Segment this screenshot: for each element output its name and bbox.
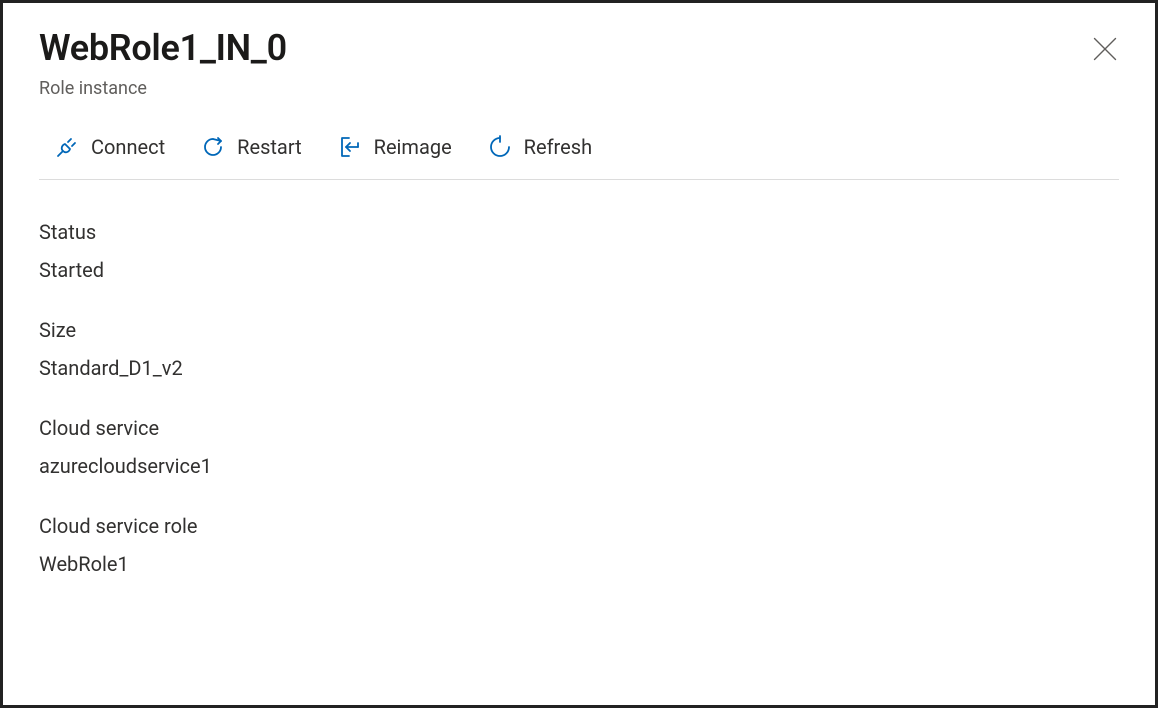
connect-icon <box>55 135 79 159</box>
reimage-icon <box>338 135 362 159</box>
close-button[interactable] <box>1091 35 1119 63</box>
restart-button[interactable]: Restart <box>201 135 301 159</box>
refresh-button[interactable]: Refresh <box>488 135 592 159</box>
details: Status Started Size Standard_D1_v2 Cloud… <box>39 220 1119 576</box>
connect-label: Connect <box>91 135 165 159</box>
page-title: WebRole1_IN_0 <box>39 27 287 70</box>
status-label: Status <box>39 220 1119 244</box>
size-value: Standard_D1_v2 <box>39 356 1119 380</box>
connect-button[interactable]: Connect <box>55 135 165 159</box>
reimage-button[interactable]: Reimage <box>338 135 452 159</box>
close-icon <box>1091 48 1119 67</box>
page-subtitle: Role instance <box>39 78 287 99</box>
refresh-icon <box>488 135 512 159</box>
reimage-label: Reimage <box>374 135 452 159</box>
restart-label: Restart <box>237 135 301 159</box>
field-cloud-service: Cloud service azurecloudservice1 <box>39 416 1119 478</box>
header: WebRole1_IN_0 Role instance <box>39 27 1119 99</box>
status-value: Started <box>39 258 1119 282</box>
size-label: Size <box>39 318 1119 342</box>
field-status: Status Started <box>39 220 1119 282</box>
cloud-service-label: Cloud service <box>39 416 1119 440</box>
cloud-service-role-label: Cloud service role <box>39 514 1119 538</box>
cloud-service-value: azurecloudservice1 <box>39 454 1119 478</box>
field-cloud-service-role: Cloud service role WebRole1 <box>39 514 1119 576</box>
cloud-service-role-value: WebRole1 <box>39 552 1119 576</box>
field-size: Size Standard_D1_v2 <box>39 318 1119 380</box>
title-block: WebRole1_IN_0 Role instance <box>39 27 287 99</box>
restart-icon <box>201 135 225 159</box>
toolbar: Connect Restart Reimage <box>39 135 1119 180</box>
refresh-label: Refresh <box>524 135 592 159</box>
